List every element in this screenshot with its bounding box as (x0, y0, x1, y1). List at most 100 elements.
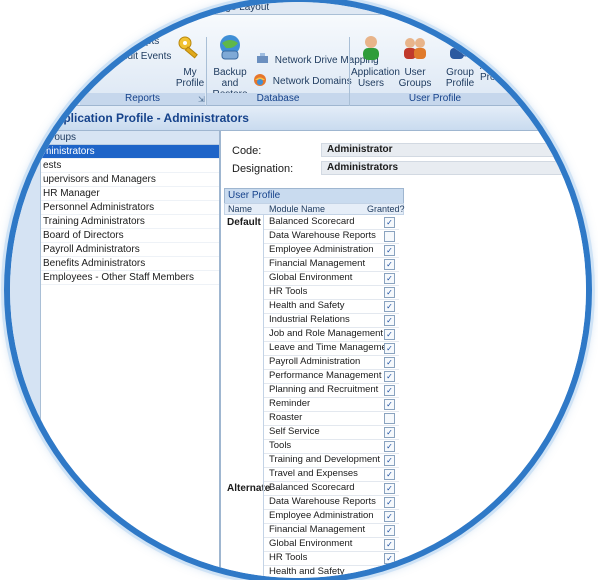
table-row[interactable]: Default Balanced Scorecard ✓ (224, 215, 404, 230)
table-row[interactable]: Job and Role Management ✓ (224, 327, 404, 342)
table-row[interactable]: Financial Management ✓ (224, 523, 404, 538)
database-globe-icon (208, 33, 252, 64)
ribbon-attempts[interactable]: n Attempts (112, 36, 159, 47)
column-header-name[interactable]: Name (228, 204, 252, 214)
database-group-caption: Database (207, 93, 349, 105)
user-groups-button[interactable]: User Groups (393, 35, 437, 89)
table-row[interactable]: Payroll Administration ✓ (224, 355, 404, 370)
table-row[interactable]: HR Tools ✓ (224, 285, 404, 300)
list-item[interactable]: upervisors and Managers (41, 173, 219, 187)
application-profile-button-partial[interactable]: Ap Pro (480, 61, 500, 83)
granted-checkbox[interactable]: ✓ (384, 287, 395, 298)
granted-checkbox[interactable]: ✓ (384, 441, 395, 452)
table-row[interactable]: Data Warehouse Reports ✓ (224, 495, 404, 510)
list-item[interactable]: Personnel Administrators (41, 201, 219, 215)
row-module-name: Financial Management (263, 257, 399, 272)
granted-checkbox[interactable]: ✓ (384, 329, 395, 340)
designation-field[interactable]: Administrators (321, 161, 586, 175)
dialog-launcher-icon[interactable]: ⇲ (198, 95, 205, 104)
table-row[interactable]: Health and Safety ✓ (224, 299, 404, 314)
granted-checkbox[interactable]: ✓ (384, 511, 395, 522)
table-row[interactable]: Performance Management ✓ (224, 369, 404, 384)
row-module-name: Travel and Expenses (263, 467, 399, 482)
backup-restore-button[interactable]: Backup and Restore (208, 33, 252, 100)
table-row[interactable]: Leave and Time Management ✓ (224, 341, 404, 356)
table-row[interactable]: Planning and Recruitment ✓ (224, 383, 404, 398)
table-row[interactable]: Industrial Relations ✓ (224, 313, 404, 328)
user-green-icon (351, 35, 391, 64)
group-profile-icon (441, 35, 479, 64)
application-users-button[interactable]: Application Users (351, 35, 400, 89)
granted-checkbox[interactable]: ✓ (384, 315, 395, 326)
granted-checkbox[interactable]: ✓ (384, 357, 395, 368)
table-row[interactable]: Roaster (224, 411, 404, 426)
table-row[interactable]: Global Environment ✓ (224, 537, 404, 552)
granted-checkbox[interactable]: ✓ (384, 399, 395, 410)
user-groups-label: User Groups (398, 67, 432, 89)
granted-checkbox[interactable]: ✓ (384, 217, 395, 228)
column-header-granted[interactable]: Granted? (367, 204, 405, 214)
table-row[interactable]: Travel and Expenses ✓ (224, 467, 404, 482)
granted-checkbox[interactable]: ✓ (384, 259, 395, 270)
table-row[interactable]: Alternate Balanced Scorecard ✓ (224, 481, 404, 496)
table-row[interactable]: Training and Development ✓ (224, 453, 404, 468)
table-row[interactable]: Global Environment ✓ (224, 271, 404, 286)
tab-page-layout[interactable]: Page Layout (213, 2, 269, 13)
row-module-name: Reminder (263, 397, 399, 412)
granted-checkbox[interactable]: ✓ (384, 567, 395, 578)
row-module-name: Job and Role Management (263, 327, 399, 342)
granted-checkbox[interactable]: ✓ (384, 385, 395, 396)
list-item[interactable]: Board of Directors (41, 229, 219, 243)
granted-checkbox[interactable]: ✓ (384, 553, 395, 564)
granted-checkbox[interactable]: ✓ (384, 525, 395, 536)
row-module-name: Leave and Time Management (263, 341, 399, 356)
table-row[interactable]: Self Service ✓ (224, 425, 404, 440)
list-item[interactable]: Benefits Administrators (41, 257, 219, 271)
network-domains-button[interactable]: Network Domains (253, 73, 352, 90)
granted-checkbox[interactable] (384, 413, 395, 424)
user-profile-grid-rows: Default Balanced Scorecard ✓ Data Warehouse… (224, 215, 404, 578)
designation-label: Designation: (232, 163, 294, 175)
granted-checkbox[interactable]: ✓ (384, 497, 395, 508)
network-domains-icon (253, 73, 267, 90)
column-header-module-name[interactable]: Module Name (269, 204, 325, 214)
granted-checkbox[interactable] (384, 231, 395, 242)
table-row[interactable]: Employee Administration ✓ (224, 243, 404, 258)
row-module-name: Balanced Scorecard (263, 215, 399, 230)
table-row[interactable]: HR Tools ✓ (224, 551, 404, 566)
user-profile-grid-caption: User Profile (224, 188, 404, 203)
page-title: pplication Profile - Administrators (56, 111, 249, 125)
table-row[interactable]: Data Warehouse Reports (224, 229, 404, 244)
tab-partial[interactable]: ing (172, 2, 185, 13)
list-item[interactable]: ests (41, 159, 219, 173)
granted-checkbox[interactable]: ✓ (384, 301, 395, 312)
my-profile-label: My Profile (175, 67, 205, 89)
group-profile-button[interactable]: Group Profile (441, 35, 479, 89)
database-caption-text: Database (256, 93, 300, 104)
table-row[interactable]: Health and Safety ✓ (224, 565, 404, 578)
list-item[interactable]: Employees - Other Staff Members (41, 271, 219, 285)
list-item[interactable]: HR Manager (41, 187, 219, 201)
granted-checkbox[interactable]: ✓ (384, 371, 395, 382)
list-item[interactable]: Training Administrators (41, 215, 219, 229)
list-item[interactable]: Payroll Administrators (41, 243, 219, 257)
granted-checkbox[interactable]: ✓ (384, 245, 395, 256)
row-module-name: Data Warehouse Reports (263, 229, 399, 244)
granted-checkbox[interactable]: ✓ (384, 343, 395, 354)
ribbon-audit-events[interactable]: Audit Events (98, 49, 171, 64)
table-row[interactable]: Reminder ✓ (224, 397, 404, 412)
tools-side-bar[interactable]: Tools (10, 131, 41, 578)
granted-checkbox[interactable]: ✓ (384, 469, 395, 480)
granted-checkbox[interactable]: ✓ (384, 427, 395, 438)
row-module-name: HR Tools (263, 285, 399, 300)
table-row[interactable]: Tools ✓ (224, 439, 404, 454)
granted-checkbox[interactable]: ✓ (384, 455, 395, 466)
granted-checkbox[interactable]: ✓ (384, 483, 395, 494)
tools-label[interactable]: Tools (20, 408, 30, 431)
granted-checkbox[interactable]: ✓ (384, 539, 395, 550)
code-field[interactable]: Administrator (321, 143, 586, 157)
granted-checkbox[interactable]: ✓ (384, 273, 395, 284)
list-item[interactable]: ministrators (41, 145, 219, 159)
table-row[interactable]: Financial Management ✓ (224, 257, 404, 272)
table-row[interactable]: Employee Administration ✓ (224, 509, 404, 524)
